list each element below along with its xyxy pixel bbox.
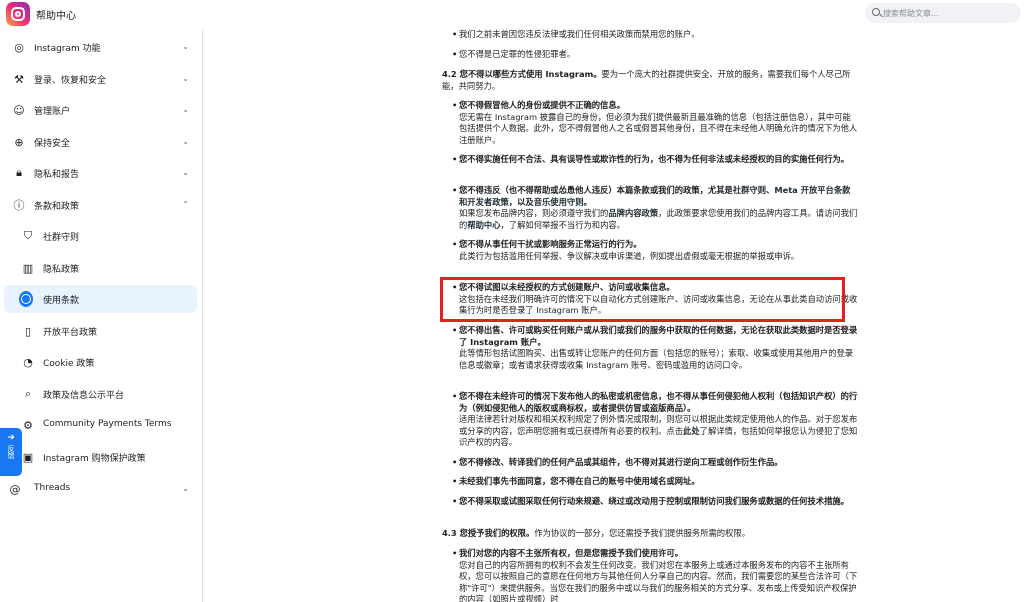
list-item: • 您不得采取或试图采取任何行动来规避、绕过或改动用于控制或限制访问我们服务或数… (452, 496, 849, 506)
sidebar-item-login-recovery[interactable]: ⚒ 登录、恢复和安全 ⌄ (4, 65, 197, 93)
sidebar-item-threads[interactable]: @ Threads ⌄ (4, 475, 197, 503)
list-item: • 未经我们事先书面同意，您不得在自己的账号中使用域名或网址。 (452, 476, 700, 486)
list-item: • 您不得出售、许可或购买任何账户或从我们或我们的服务中获取的任何数据，无论在获… (452, 325, 858, 370)
chevron-down-icon: ⌄ (182, 105, 189, 114)
chevron-down-icon: ⌄ (182, 74, 189, 83)
list-item: • 您不得实施任何不合法、具有误导性或欺诈性的行为，也不得为任何非法或未经授权的… (452, 154, 849, 164)
search-box[interactable] (865, 3, 1021, 23)
shopping-icon: ▣ (22, 450, 34, 464)
sidebar-item-terms-policies[interactable]: ⓘ 条款和政策 ⌃ (4, 191, 197, 219)
top-bar: 帮助中心 (0, 0, 1024, 29)
chevron-up-icon: ⌃ (182, 200, 189, 209)
section-4-3: 4.3 您授予我们的权限。作为协议的一部分，您还需授予我们提供服务所需的权限。 (442, 528, 750, 538)
tools-icon: ⚒ (14, 72, 24, 86)
link-branded-content-policy[interactable]: 品牌内容政策 (608, 208, 658, 218)
payment-icon: ⚙ (23, 418, 33, 432)
lock-icon: 🔒︎ (16, 166, 22, 179)
magnifier-icon: ⌕ (24, 387, 32, 400)
lifebuoy-icon: ⊕ (14, 135, 24, 149)
cookie-icon: ◔ (23, 355, 33, 369)
arrow-right-icon: ➜ (7, 433, 15, 443)
chevron-down-icon: ⌄ (182, 484, 189, 493)
sidebar-item-privacy-policy[interactable]: ▥ 隐私政策 (4, 254, 197, 282)
link-music-guidelines[interactable]: 音乐使用守则 (534, 197, 584, 207)
feedback-button[interactable]: ➜ 反馈 (0, 428, 22, 476)
list-item: • 您不得在未经许可的情况下发布他人的私密或机密信息，也不得从事任何侵犯他人权利… (452, 391, 858, 447)
link-learn-more[interactable]: 此处 (683, 426, 700, 436)
sidebar-item-terms-of-use[interactable]: 使用条款 (4, 285, 197, 313)
list-item: • 您不得假冒他人的身份或提供不正确的信息。 您无需在 Instagram 披露… (452, 100, 858, 145)
list-item: • 您不得是已定罪的性侵犯罪者。 (452, 49, 576, 59)
bar-chart-icon: ▥ (22, 261, 34, 275)
sidebar-item-instagram-features[interactable]: ◎ Instagram 功能 ⌄ (4, 33, 197, 61)
sidebar-item-community-guidelines[interactable]: ⛉ 社群守则 (4, 222, 197, 250)
list-item: • 我们之前未曾因您违反法律或我们任何相关政策而禁用您的账户。 (452, 29, 700, 39)
alert-icon: ⓘ (13, 199, 25, 212)
chevron-down-icon: ⌄ (182, 137, 189, 146)
sidebar-item-privacy-reporting[interactable]: 🔒︎ 隐私和报告 ⌄ (4, 159, 197, 187)
sidebar: ◎ Instagram 功能 ⌄ ⚒ 登录、恢复和安全 ⌄ ☺ 管理账户 ⌄ ⊕… (0, 29, 203, 602)
search-input[interactable] (883, 6, 1013, 20)
highlight-box (440, 277, 845, 322)
section-4-2: 4.2 您不得以哪些方式使用 Instagram。要为一个庞大的社群提供安全、开… (442, 69, 851, 91)
mobile-icon: ▯ (24, 324, 32, 338)
sidebar-item-manage-account[interactable]: ☺ 管理账户 ⌄ (4, 96, 197, 124)
site-title[interactable]: 帮助中心 (36, 7, 76, 22)
link-community-guidelines[interactable]: 社群守则 (733, 185, 766, 195)
list-item: • 您不得从事任何干扰或影响服务正常运行的行为。 此类行为包括滥用任何举报、争议… (452, 239, 800, 261)
sidebar-item-community-payments-terms[interactable]: ⚙ Community Payments Terms (4, 411, 197, 439)
list-item: • 您不得修改、转译我们的任何产品或其组件，也不得对其进行逆向工程或创作衍生作品… (452, 457, 783, 467)
chevron-down-icon: ⌄ (182, 42, 189, 51)
terms-icon (19, 291, 33, 307)
sidebar-item-stay-safe[interactable]: ⊕ 保持安全 ⌄ (4, 128, 197, 156)
chevron-down-icon: ⌄ (182, 168, 189, 177)
sidebar-item-policy-disclosure[interactable]: ⌕ 政策及信息公示平台 (4, 380, 197, 408)
sidebar-item-platform-policy[interactable]: ▯ 开放平台政策 (4, 317, 197, 345)
list-item: • 您不得违反（也不得帮助或怂恿他人违反）本篇条款或我们的政策，尤其是社群守则、… (452, 185, 858, 230)
search-icon (872, 8, 880, 16)
sidebar-item-shopping-protection[interactable]: ▣ Instagram 购物保护政策 (4, 443, 197, 471)
threads-icon: @ (9, 482, 21, 496)
instagram-logo-icon[interactable] (6, 2, 30, 26)
person-icon: ☺ (13, 103, 25, 117)
list-item: • 我们对您的内容不主张所有权，但是您需授予我们使用许可。 您对自己的内容所拥有… (452, 548, 858, 602)
link-help-center[interactable]: 帮助中心 (467, 220, 500, 230)
shield-check-icon: ⛉ (23, 229, 33, 242)
instagram-icon: ◎ (14, 40, 24, 54)
sidebar-item-cookie-policy[interactable]: ◔ Cookie 政策 (4, 348, 197, 376)
